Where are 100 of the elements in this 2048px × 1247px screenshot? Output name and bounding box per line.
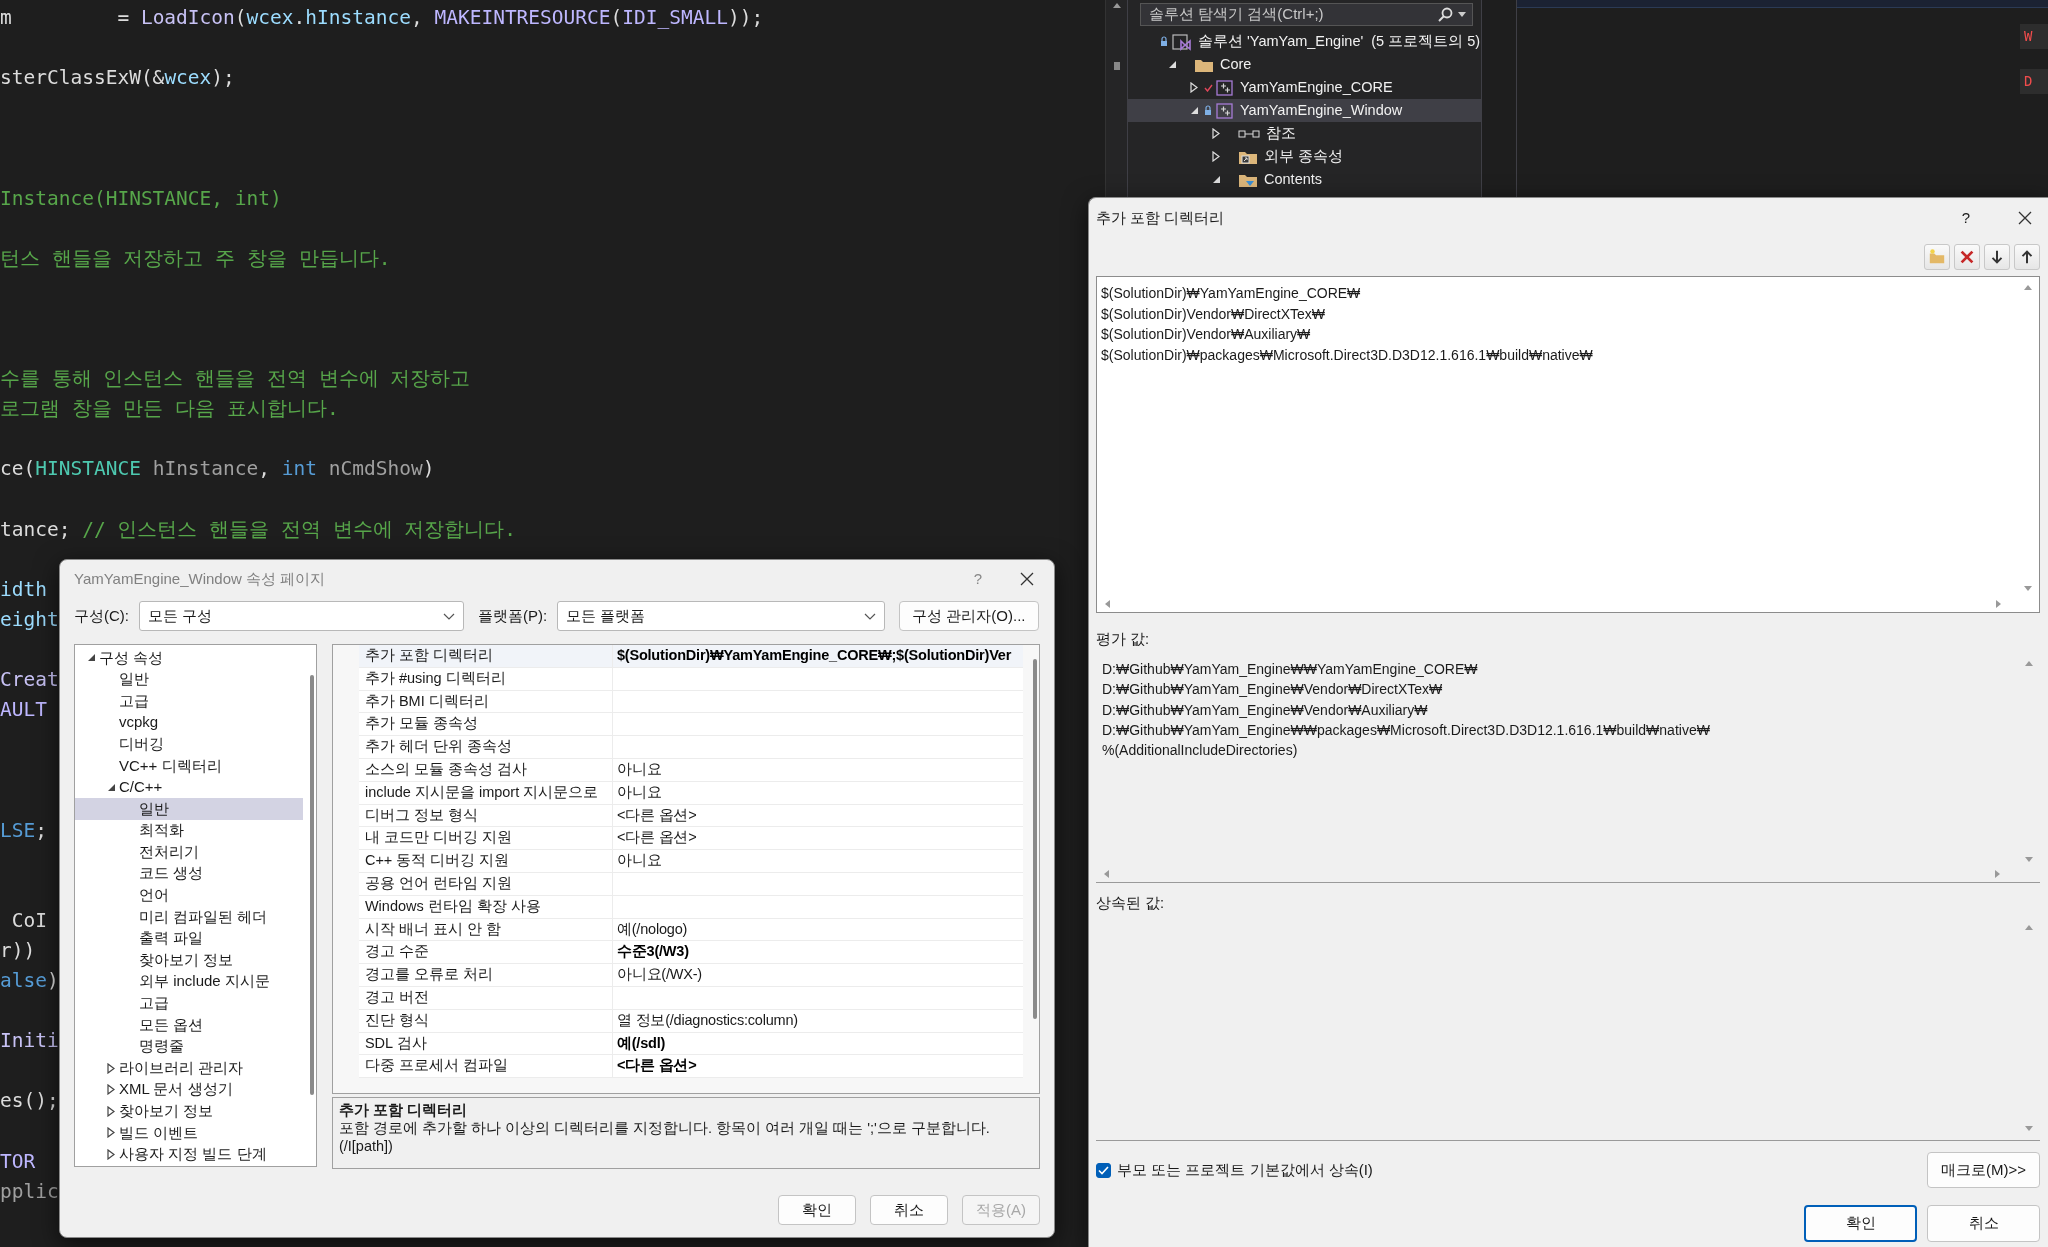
tree-item[interactable]: 고급 bbox=[75, 690, 303, 712]
dialog-button[interactable]: 확인 bbox=[778, 1195, 856, 1225]
config-manager-button[interactable]: 구성 관리자(O)... bbox=[899, 601, 1039, 631]
property-row[interactable]: 추가 #using 디렉터리 bbox=[358, 667, 1023, 691]
tree-item[interactable]: 일반 bbox=[75, 668, 303, 691]
property-row[interactable]: C++ 동적 디버깅 지원 아니요 bbox=[358, 850, 1023, 873]
caret-icon[interactable] bbox=[86, 653, 96, 663]
caret-icon[interactable] bbox=[1167, 60, 1177, 69]
scroll-bar[interactable] bbox=[2023, 283, 2033, 593]
property-name: 진단 형식 bbox=[358, 1009, 613, 1032]
checkbox[interactable] bbox=[1096, 1162, 1111, 1178]
directory-list-field[interactable]: $(SolutionDir)₩YamYamEngine_CORE₩ $(SolutionDir)Vendor₩DirectXTex₩ $(SolutionDir)Vendor₩Auxiliary₩ $(SolutionDir)₩packages₩Microsoft.Direct3D.D3D12.1.616.1₩build₩native₩ bbox=[1096, 276, 2040, 613]
macros-button[interactable]: 매크로(M)>> bbox=[1927, 1152, 2040, 1188]
code-line: AULT bbox=[0, 697, 47, 724]
code-line: alse) bbox=[0, 968, 59, 994]
caret-icon[interactable] bbox=[1211, 175, 1221, 184]
help-button[interactable]: ? bbox=[1961, 206, 1970, 230]
scroll-bar[interactable] bbox=[309, 675, 314, 1095]
new-folder-icon bbox=[1928, 248, 1946, 266]
tree-item[interactable]: YamYamEngine_CORE bbox=[1128, 76, 1481, 99]
tree-item[interactable]: 사용자 지정 빌드 단계 bbox=[75, 1143, 303, 1166]
dialog-button[interactable]: 확인 bbox=[1804, 1205, 1917, 1242]
dialog-button[interactable]: 취소 bbox=[1927, 1205, 2040, 1242]
caret-icon[interactable] bbox=[1189, 106, 1199, 115]
tree-item[interactable]: XML 문서 생성기 bbox=[75, 1078, 303, 1101]
caret-icon[interactable] bbox=[107, 1084, 115, 1096]
property-row[interactable]: Windows 런타임 확장 사용 bbox=[358, 895, 1023, 919]
move-up-button[interactable] bbox=[2014, 244, 2040, 270]
tree-item[interactable]: 고급 bbox=[75, 992, 303, 1015]
tree-item[interactable]: 명령줄 bbox=[75, 1035, 303, 1058]
caret-icon[interactable] bbox=[107, 1148, 115, 1160]
property-row[interactable]: include 지시문을 import 지시문으로 아니요 bbox=[358, 781, 1023, 805]
property-row[interactable]: 소스의 모듈 종속성 검사 아니요 bbox=[358, 759, 1023, 782]
tree-item[interactable]: 전처리기 bbox=[75, 841, 303, 863]
search-icon[interactable] bbox=[1437, 6, 1453, 23]
description-title: 추가 포함 디렉터리 bbox=[338, 1101, 468, 1119]
tree-item[interactable]: Core bbox=[1128, 53, 1481, 76]
property-value: <다른 옵션> bbox=[615, 828, 697, 848]
tree-item[interactable]: 출력 파일 bbox=[75, 927, 303, 950]
caret-icon[interactable] bbox=[107, 1127, 115, 1139]
property-value: $(SolutionDir)₩YamYamEngine_CORE₩;$(SolutionDir)Ver bbox=[615, 646, 1012, 665]
property-row[interactable]: 진단 형식 열 정보(/diagnostics:column) bbox=[358, 1009, 1023, 1033]
property-row[interactable]: 경고를 오류로 처리 아니요(/WX-) bbox=[358, 964, 1023, 987]
dropdown[interactable]: 모든 구성 bbox=[139, 601, 464, 631]
caret-icon[interactable] bbox=[107, 1062, 115, 1074]
close-icon[interactable] bbox=[2018, 211, 2032, 225]
tree-item[interactable]: 최적화 bbox=[75, 819, 303, 842]
scroll-bar[interactable] bbox=[1102, 869, 2002, 879]
property-row[interactable]: 추가 모듈 종속성 bbox=[358, 713, 1023, 737]
tree-item[interactable]: 일반 bbox=[75, 798, 303, 820]
property-name: 경고 수준 bbox=[358, 941, 613, 964]
scroll-bar[interactable] bbox=[1033, 659, 1037, 1019]
tree-item[interactable]: 모든 옵션 bbox=[75, 1014, 303, 1036]
property-row[interactable]: SDL 검사 예(/sdl) bbox=[358, 1032, 1023, 1056]
tree-item[interactable]: 코드 생성 bbox=[75, 862, 303, 885]
property-name: 다중 프로세서 컴파일 bbox=[358, 1055, 613, 1078]
tree-item[interactable]: VC++ 디렉터리 bbox=[75, 754, 303, 777]
close-icon[interactable] bbox=[1020, 572, 1034, 586]
property-row[interactable]: 경고 수준 수준3(/W3) bbox=[358, 941, 1023, 965]
caret-icon[interactable] bbox=[107, 1105, 115, 1117]
tree-item[interactable]: 빌드 이벤트 bbox=[75, 1122, 303, 1144]
property-row[interactable]: 공용 언어 런타임 지원 bbox=[358, 872, 1023, 896]
code-line: idth bbox=[0, 576, 47, 603]
property-row[interactable]: 경고 버전 bbox=[358, 986, 1023, 1010]
code-line: ce(HINSTANCE hInstance, int nCmdShow) bbox=[0, 456, 435, 483]
delete-button[interactable] bbox=[1954, 244, 1980, 270]
move-down-button[interactable] bbox=[1984, 244, 2010, 270]
property-value: <다른 옵션> bbox=[615, 1056, 697, 1076]
search-field[interactable]: 솔루션 탐색기 검색(Ctrl+;) bbox=[1140, 3, 1473, 26]
caret-icon[interactable] bbox=[1458, 12, 1466, 17]
tree-item[interactable]: 찾아보기 정보 bbox=[75, 1100, 303, 1123]
dialog-button[interactable]: 취소 bbox=[870, 1195, 948, 1225]
property-row[interactable]: 시작 배너 표시 안 함 예(/nologo) bbox=[358, 918, 1023, 942]
tree-item[interactable]: C/C++ bbox=[75, 776, 303, 799]
property-row[interactable]: 디버그 정보 형식 <다른 옵션> bbox=[358, 804, 1023, 828]
tree-item[interactable]: 외부 종속성 bbox=[1128, 145, 1481, 168]
tree-item[interactable]: Contents bbox=[1128, 168, 1481, 191]
tree-item[interactable]: YamYamEngine_Window bbox=[1128, 99, 1481, 122]
property-row[interactable]: 다중 프로세서 컴파일 <다른 옵션> bbox=[358, 1055, 1023, 1079]
scroll-bar[interactable] bbox=[2024, 923, 2034, 1133]
tree-item[interactable]: 미리 컴파일된 헤더 bbox=[75, 906, 303, 928]
caret-icon[interactable] bbox=[106, 782, 116, 792]
scroll-bar[interactable] bbox=[1103, 599, 2003, 609]
tree-item[interactable]: 외부 include 지시문 bbox=[75, 970, 303, 993]
tree-item[interactable]: 디버깅 bbox=[75, 733, 303, 755]
tree-item[interactable]: 솔루션 'YamYam_Engine' (5 프로젝트의 5) bbox=[1128, 30, 1481, 53]
tree-item[interactable]: vcpkg bbox=[75, 711, 303, 734]
tree-item[interactable]: 라이브러리 관리자 bbox=[75, 1057, 303, 1079]
delete-icon bbox=[1958, 248, 1976, 266]
section-label: 상속된 값: bbox=[1096, 894, 1165, 914]
property-row[interactable]: 추가 포함 디렉터리 $(SolutionDir)₩YamYamEngine_CORE₩;$(SolutionDir)Ver bbox=[358, 645, 1023, 668]
scroll-bar[interactable] bbox=[2024, 659, 2034, 864]
tree-item[interactable]: 참조 bbox=[1128, 122, 1481, 145]
dropdown[interactable]: 모든 플랫폼 bbox=[557, 601, 886, 631]
property-row[interactable]: 추가 BMI 디렉터리 bbox=[358, 690, 1023, 714]
property-row[interactable]: 내 코드만 디버깅 지원 <다른 옵션> bbox=[358, 827, 1023, 851]
tree-item[interactable]: 언어 bbox=[75, 884, 303, 907]
tree-item[interactable]: 찾아보기 정보 bbox=[75, 949, 303, 971]
property-row[interactable]: 추가 헤더 단위 종속성 bbox=[358, 736, 1023, 759]
tree-item[interactable]: 구성 속성 bbox=[75, 647, 303, 669]
